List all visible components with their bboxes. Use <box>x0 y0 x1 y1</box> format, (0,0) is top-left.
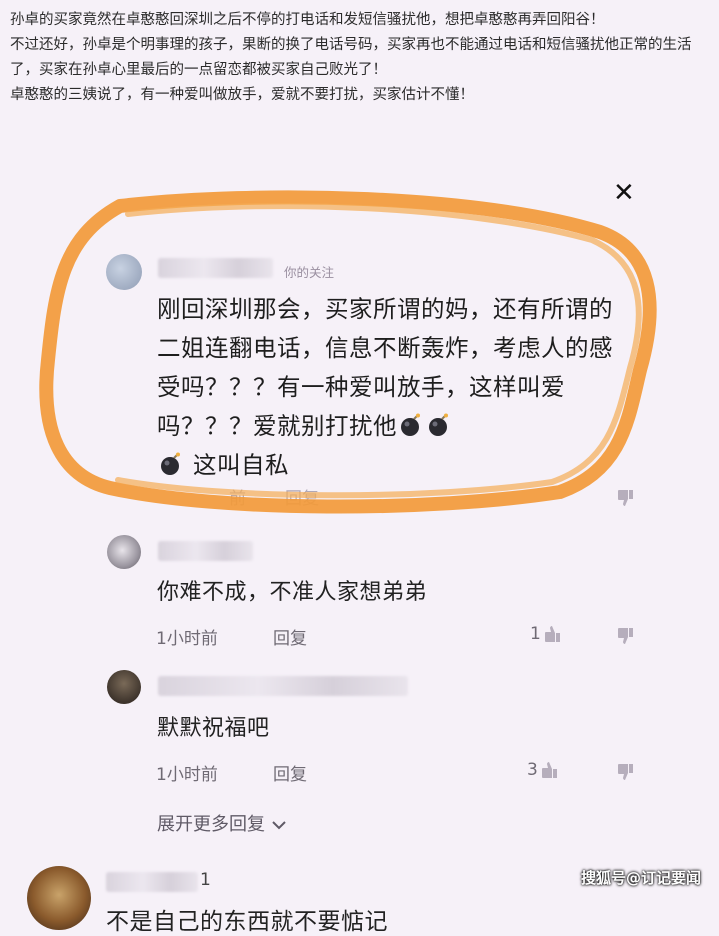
thumbs-up-icon <box>544 626 560 642</box>
comment-text-segment: 刚回深圳那会，买家所谓的妈，还有所谓的二姐连翻电话，信息不断轰炸，考虑人的感受吗… <box>157 295 613 440</box>
article-paragraph: 不过还好，孙卓是个明事理的孩子，果断的换了电话号码，买家再也不能通过电话和短信骚… <box>10 37 692 78</box>
dislike-icon[interactable] <box>616 762 636 786</box>
comment-text-segment: 这叫自私 <box>192 451 289 479</box>
avatar[interactable] <box>107 670 141 704</box>
article-body: 孙卓的买家竟然在卓憨憨回深圳之后不停的打电话和发短信骚扰他，想把卓憨憨再弄回阳谷… <box>10 8 710 108</box>
article-paragraph: 孙卓的买家竟然在卓憨憨回深圳之后不停的打电话和发短信骚扰他，想把卓憨憨再弄回阳谷… <box>10 12 605 28</box>
username-suffix: 1 <box>200 870 211 890</box>
like-count: 1 <box>530 624 541 644</box>
comment-time: 1小时前 <box>156 629 218 649</box>
article-paragraph: 卓憨憨的三姨说了，有一种爱叫做放手，爱就不要打扰，买家估计不懂！ <box>10 87 474 103</box>
like-button[interactable]: 1 <box>530 624 563 644</box>
watermark: 搜狐号@订记要闻 <box>581 869 702 887</box>
reply-button[interactable]: 回复 <box>273 624 307 649</box>
dislike-icon[interactable] <box>616 626 636 650</box>
expand-replies-link[interactable]: 展开更多回复 <box>157 810 287 836</box>
username-blurred <box>106 872 198 892</box>
close-icon[interactable]: ✕ <box>613 180 635 206</box>
bomb-icon <box>399 410 423 436</box>
reply-text: 你难不成，不准人家想弟弟 <box>157 580 428 605</box>
thumbs-up-icon <box>541 762 557 778</box>
username-blurred <box>158 676 408 696</box>
bomb-icon <box>427 410 451 436</box>
dislike-icon[interactable] <box>616 488 636 512</box>
expand-replies-label: 展开更多回复 <box>157 814 265 835</box>
comment-text: 不是自己的东西就不要惦记 <box>106 909 388 935</box>
reply-button[interactable]: 回复 <box>285 484 319 509</box>
like-count: 3 <box>527 760 538 780</box>
bomb-icon <box>159 449 183 475</box>
reply-text: 默默祝福吧 <box>157 716 270 741</box>
like-button[interactable]: 3 <box>527 760 560 780</box>
comment-time: 前 <box>229 489 246 509</box>
comment-text: 刚回深圳那会，买家所谓的妈，还有所谓的二姐连翻电话，信息不断轰炸，考虑人的感受吗… <box>157 290 627 485</box>
chevron-down-icon <box>272 821 286 830</box>
username-blurred <box>158 541 253 561</box>
username-blurred <box>158 258 273 278</box>
avatar[interactable] <box>106 254 142 290</box>
avatar[interactable] <box>27 866 91 930</box>
reply-button[interactable]: 回复 <box>273 760 307 785</box>
follow-badge: 你的关注 <box>284 265 335 280</box>
comment-time: 1小时前 <box>156 765 218 785</box>
avatar[interactable] <box>107 535 141 569</box>
